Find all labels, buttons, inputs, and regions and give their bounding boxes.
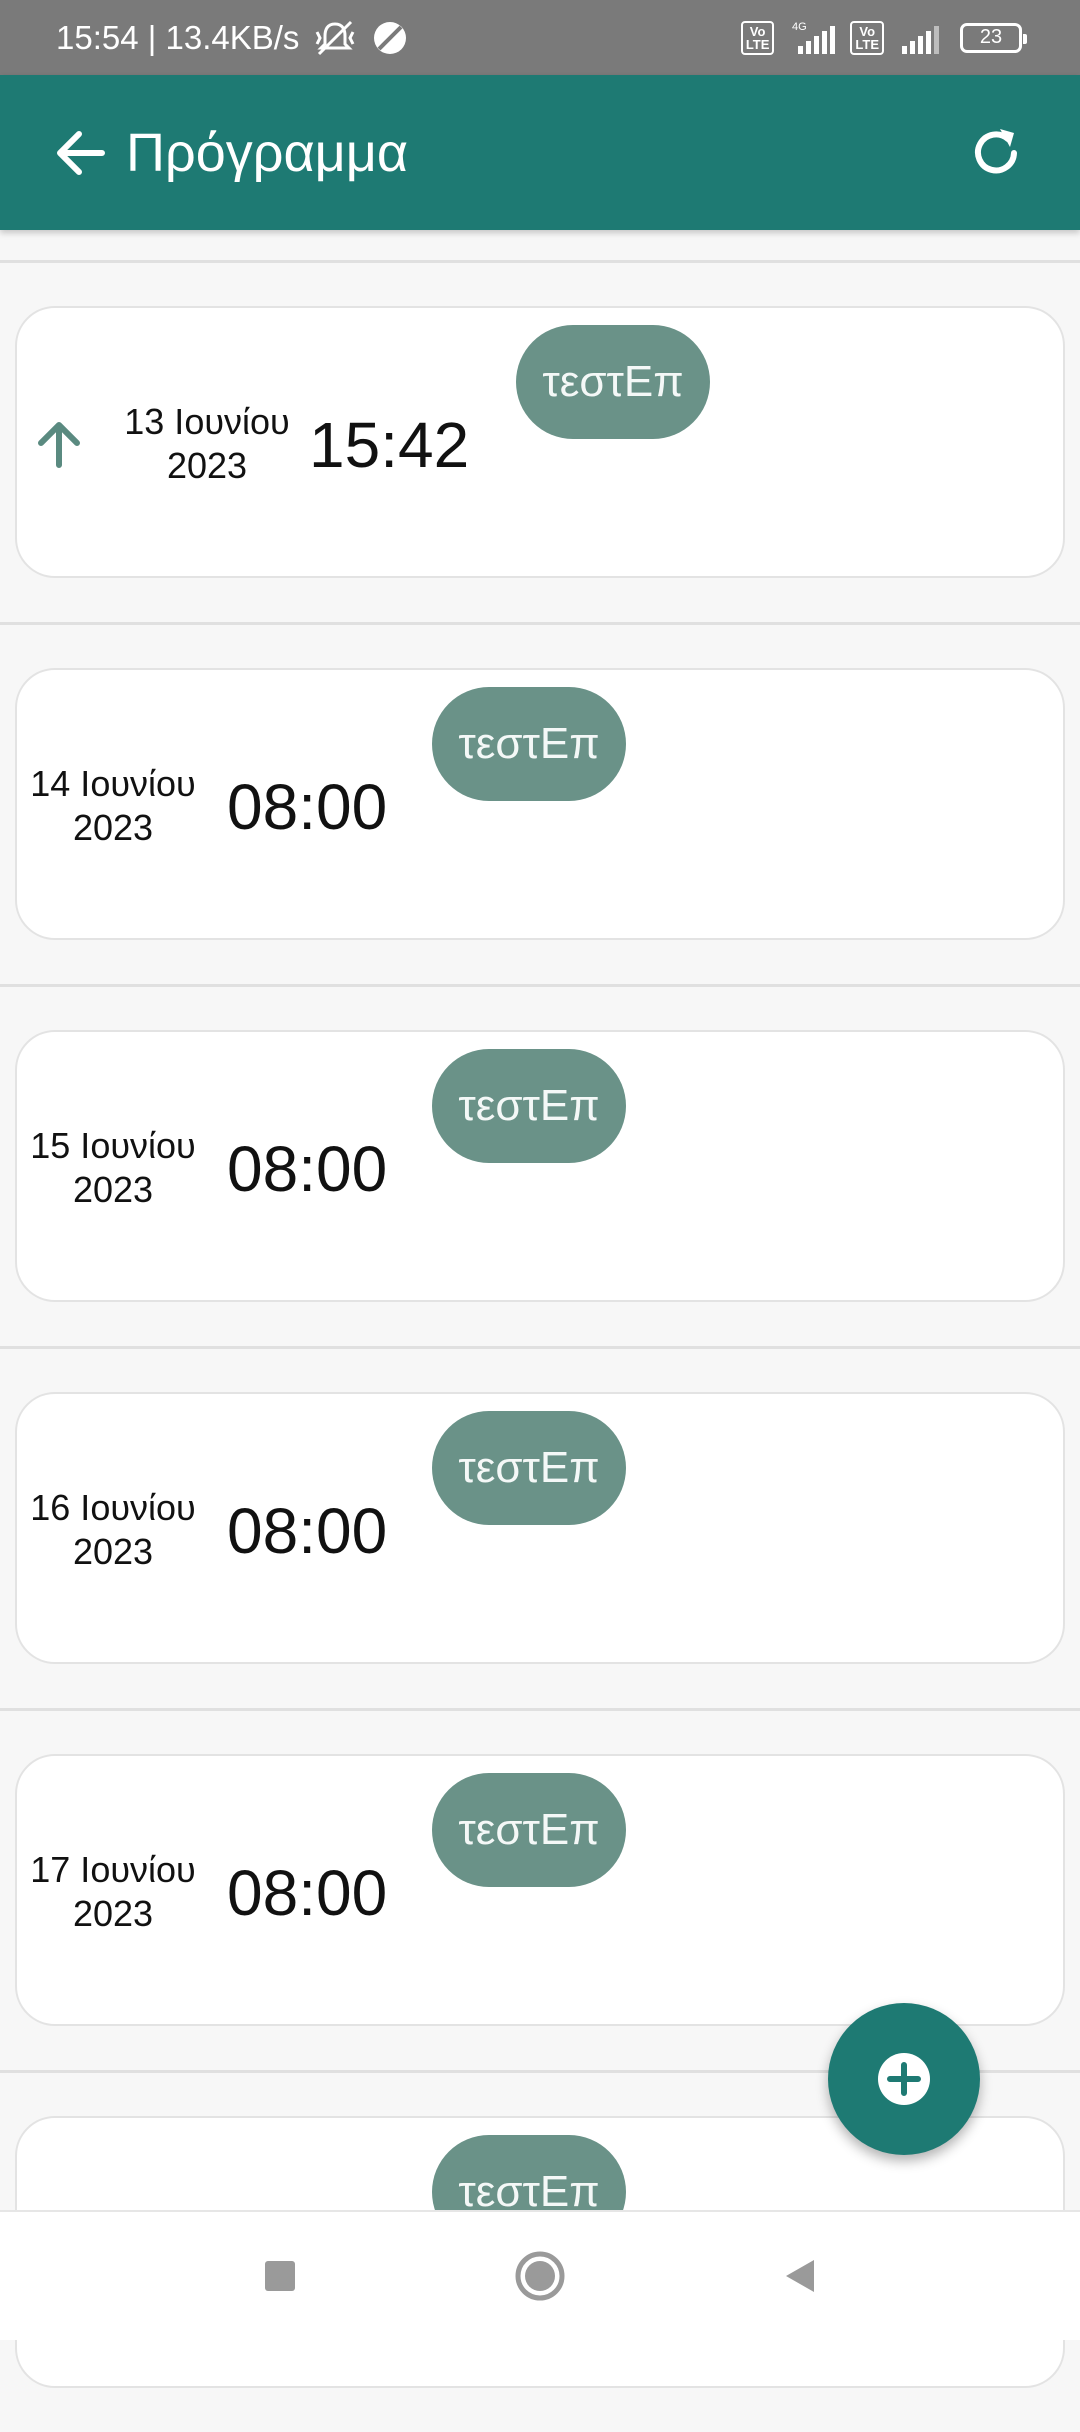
home-circle-icon [515, 2251, 565, 2301]
back-triangle-icon [786, 2260, 814, 2292]
back-nav-button[interactable] [770, 2246, 830, 2306]
date-year: 2023 [72, 1893, 154, 1934]
volte-icon: Vo LTE [850, 20, 884, 55]
recents-button[interactable] [250, 2246, 310, 2306]
date-year: 2023 [72, 1169, 154, 1210]
do-not-disturb-icon [371, 19, 409, 57]
status-bar: 15:54 | 13.4KB/s Vo LTE 4G Vo LTE 23 [0, 0, 1080, 75]
battery-icon: 23 [960, 22, 1027, 53]
schedule-card[interactable]: 17 Ιουνίου 2023 08:00 τεστΕπ [15, 1754, 1065, 2026]
arrow-up-icon [38, 422, 80, 468]
date-year: 2023 [72, 807, 154, 848]
mute-vibrate-icon [313, 18, 357, 58]
tag-chip[interactable]: τεστΕπ [516, 325, 710, 439]
status-time-speed: 15:54 | 13.4KB/s [56, 18, 300, 56]
recents-square-icon [265, 2261, 295, 2291]
app-bar: Πρόγραμμα [0, 75, 1080, 230]
time-label: 08:00 [227, 771, 388, 843]
system-nav-bar [0, 2210, 1080, 2340]
signal-4g-icon: 4G [788, 20, 836, 56]
date-label: 13 Ιουνίου 2023 [107, 400, 307, 488]
date-label: 15 Ιουνίου 2023 [23, 1124, 203, 1212]
tag-chip[interactable]: τεστΕπ [432, 687, 626, 801]
date-label: 17 Ιουνίου 2023 [23, 1848, 203, 1936]
signal-icon [898, 20, 946, 56]
back-button[interactable] [52, 113, 122, 193]
date-day: 16 Ιουνίου [30, 1487, 196, 1528]
schedule-card[interactable]: 14 Ιουνίου 2023 08:00 τεστΕπ [15, 668, 1065, 940]
add-button[interactable] [828, 2003, 980, 2155]
time-label: 08:00 [227, 1133, 388, 1205]
refresh-button[interactable] [956, 113, 1036, 193]
date-day: 15 Ιουνίου [30, 1125, 196, 1166]
list-item: 16 Ιουνίου 2023 08:00 τεστΕπ [0, 1346, 1080, 1708]
tag-chip[interactable]: τεστΕπ [432, 1773, 626, 1887]
volte-icon: Vo LTE [740, 20, 775, 55]
date-day: 14 Ιουνίου [30, 763, 196, 804]
network-label: 4G [792, 21, 807, 33]
time-label: 08:00 [227, 1495, 388, 1567]
time-label: 08:00 [227, 1857, 388, 1929]
list-item: 15 Ιουνίου 2023 08:00 τεστΕπ [0, 984, 1080, 1346]
date-label: 16 Ιουνίου 2023 [23, 1486, 203, 1574]
date-year: 2023 [72, 1531, 154, 1572]
date-label: 14 Ιουνίου 2023 [23, 762, 203, 850]
list-item: 14 Ιουνίου 2023 08:00 τεστΕπ [0, 622, 1080, 984]
time-label: 15:42 [309, 409, 470, 481]
date-day: 13 Ιουνίου [124, 401, 290, 442]
schedule-card[interactable]: 15 Ιουνίου 2023 08:00 τεστΕπ [15, 1030, 1065, 1302]
tag-chip[interactable]: τεστΕπ [432, 1411, 626, 1525]
list-item: 13 Ιουνίου 2023 15:42 τεστΕπ [0, 260, 1080, 622]
page-title: Πρόγραμμα [126, 122, 409, 183]
date-year: 2023 [166, 445, 248, 486]
tag-chip[interactable]: τεστΕπ [432, 1049, 626, 1163]
schedule-card[interactable]: 13 Ιουνίου 2023 15:42 τεστΕπ [15, 306, 1065, 578]
home-button[interactable] [510, 2246, 570, 2306]
status-left: 15:54 | 13.4KB/s [56, 18, 409, 58]
schedule-card[interactable]: 16 Ιουνίου 2023 08:00 τεστΕπ [15, 1392, 1065, 1664]
date-day: 17 Ιουνίου [30, 1849, 196, 1890]
arrow-left-icon [57, 130, 105, 175]
plus-circle-icon [878, 2053, 930, 2105]
refresh-icon [975, 128, 1017, 173]
battery-level: 23 [979, 26, 1003, 48]
status-right: Vo LTE 4G Vo LTE 23 [740, 20, 1027, 56]
